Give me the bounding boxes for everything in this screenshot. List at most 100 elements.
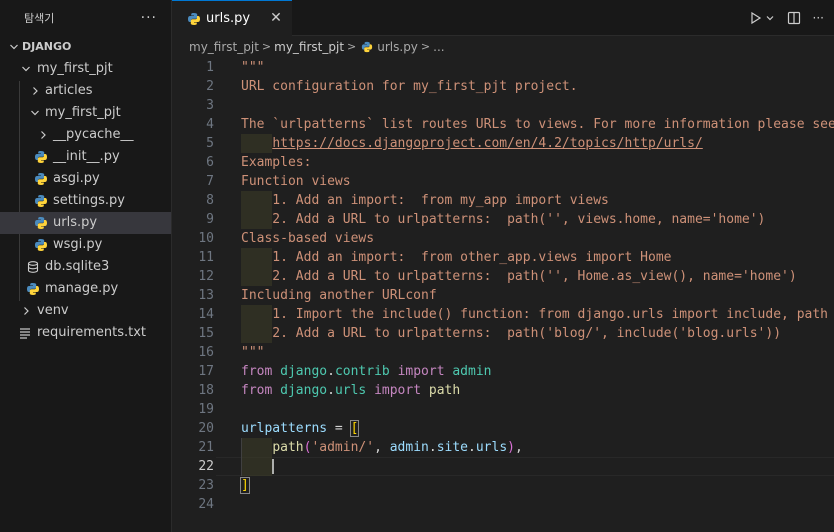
line-number: 8 <box>206 193 214 208</box>
code-line[interactable]: 16 """ <box>172 343 834 362</box>
code-line[interactable]: 24 <box>172 495 834 514</box>
line-number: 14 <box>198 307 214 322</box>
code-line[interactable]: 18 from django.urls import path <box>172 381 834 400</box>
tree-item[interactable]: DJANGO <box>0 36 171 58</box>
code-line[interactable]: 17 from django.contrib import admin <box>172 362 834 381</box>
line-number: 2 <box>206 79 214 94</box>
chevron-right-icon: > <box>261 40 272 53</box>
code-line[interactable]: 9 2. Add a URL to urlpatterns: path('', … <box>172 210 834 229</box>
run-icon[interactable] <box>749 11 763 25</box>
breadcrumb-item[interactable]: my_first_pjt <box>274 36 344 58</box>
code-text: Function views <box>241 174 351 189</box>
code-editor[interactable]: 1 """ 2 URL configuration for my_first_pjt … <box>172 58 834 532</box>
line-number: 10 <box>198 231 214 246</box>
line-number: 12 <box>198 269 214 284</box>
line-number: 7 <box>206 174 214 189</box>
code-line[interactable]: 20 urlpatterns = [ <box>172 419 834 438</box>
tree-item-label: articles <box>45 83 93 98</box>
code-line[interactable]: 14 1. Import the include() function: fro… <box>172 305 834 324</box>
tree-item[interactable]: my_first_pjt <box>0 58 171 80</box>
tree-item[interactable]: articles <box>0 80 171 102</box>
code-line[interactable]: 21 path('admin/', admin.site.urls), <box>172 438 834 457</box>
line-number: 19 <box>198 402 214 417</box>
tree-item[interactable]: manage.py <box>0 278 171 300</box>
python-file-icon <box>35 173 47 185</box>
tree-item[interactable]: asgi.py <box>0 168 171 190</box>
line-number: 18 <box>198 383 214 398</box>
text-file-icon <box>20 328 30 339</box>
text-cursor <box>272 459 274 474</box>
code-line[interactable]: 13 Including another URLconf <box>172 286 834 305</box>
python-file-icon <box>35 217 47 229</box>
python-file-icon <box>27 283 39 295</box>
code-line[interactable]: 5 https://docs.djangoproject.com/en/4.2/… <box>172 134 834 153</box>
file-tree: DJANGO my_first_pjt articles my_first_pjt __… <box>0 36 171 344</box>
line-number: 22 <box>198 459 214 474</box>
breadcrumb-item[interactable]: my_first_pjt <box>189 36 259 58</box>
code-text: """ <box>241 345 265 360</box>
code-text: Including another URLconf <box>241 288 437 303</box>
code-line[interactable]: 19 <box>172 400 834 419</box>
code-text: from django.contrib import admin <box>241 364 492 379</box>
line-number: 15 <box>198 326 214 341</box>
editor-actions: ··· <box>743 0 824 36</box>
breadcrumb-ellipsis[interactable]: ... <box>433 36 444 58</box>
chevron-down-icon[interactable] <box>765 13 775 23</box>
tree-item[interactable]: urls.py <box>0 212 171 234</box>
tab-label: urls.py <box>206 11 251 26</box>
python-file-icon <box>35 195 47 207</box>
database-file-icon <box>27 261 39 273</box>
line-number: 4 <box>206 117 214 132</box>
code-line[interactable]: 1 """ <box>172 58 834 77</box>
tree-item[interactable]: wsgi.py <box>0 234 171 256</box>
code-line[interactable]: 15 2. Add a URL to urlpatterns: path('bl… <box>172 324 834 343</box>
tree-item[interactable]: db.sqlite3 <box>0 256 171 278</box>
tree-item-label: wsgi.py <box>53 237 103 252</box>
tree-item[interactable]: __init__.py <box>0 146 171 168</box>
tree-item[interactable]: venv <box>0 300 171 322</box>
line-number: 1 <box>206 60 214 75</box>
tree-item-label: __pycache__ <box>53 127 134 142</box>
line-number: 5 <box>206 136 214 151</box>
python-file-icon <box>35 239 47 251</box>
tree-item-label: venv <box>37 303 69 318</box>
editor-area: urls.py ✕ ··· my_first_pjt > my_first_pj… <box>172 0 834 532</box>
code-line[interactable]: 23] <box>172 476 834 495</box>
split-editor-icon[interactable] <box>787 11 801 25</box>
tree-item-label: DJANGO <box>22 40 72 53</box>
code-line[interactable]: 2 URL configuration for my_first_pjt proj… <box>172 77 834 96</box>
line-number: 21 <box>198 440 214 455</box>
code-text: 2. Add a URL to urlpatterns: path('', vi… <box>241 212 766 227</box>
line-number: 9 <box>206 212 214 227</box>
code-line[interactable]: 10 Class-based views <box>172 229 834 248</box>
python-file-icon <box>35 151 47 163</box>
ellipsis-icon[interactable]: ··· <box>813 11 824 25</box>
tree-item-label: my_first_pjt <box>45 105 121 120</box>
code-text: https://docs.djangoproject.com/en/4.2/to… <box>272 136 703 151</box>
tree-item-label: asgi.py <box>53 171 100 186</box>
code-line[interactable]: 7 Function views <box>172 172 834 191</box>
code-line[interactable]: 4 The `urlpatterns` list routes URLs to v… <box>172 115 834 134</box>
code-text: Class-based views <box>241 231 375 246</box>
tree-item[interactable]: my_first_pjt <box>0 102 171 124</box>
tree-item[interactable]: __pycache__ <box>0 124 171 146</box>
code-line[interactable]: 11 1. Add an import: from other_app.view… <box>172 248 834 267</box>
code-text: The `urlpatterns` list routes URLs to vi… <box>241 117 834 132</box>
close-icon[interactable]: ✕ <box>268 10 284 26</box>
breadcrumb-item[interactable]: urls.py <box>377 36 418 58</box>
code-text: 1. Add an import: from my_app import vie… <box>241 193 609 208</box>
tree-item[interactable]: requirements.txt <box>0 322 171 344</box>
tree-item[interactable]: settings.py <box>0 190 171 212</box>
breadcrumb: my_first_pjt > my_first_pjt > urls.py > … <box>189 36 445 58</box>
code-line[interactable]: 22 <box>172 457 834 476</box>
tree-item-label: db.sqlite3 <box>45 259 110 274</box>
explorer-title: 탐색기 <box>24 12 55 25</box>
code-line[interactable]: 3 <box>172 96 834 115</box>
ellipsis-icon[interactable]: ··· <box>141 10 157 26</box>
code-line[interactable]: 6 Examples: <box>172 153 834 172</box>
tab-urls-py[interactable]: urls.py ✕ <box>172 0 292 36</box>
chevron-right-icon: > <box>347 40 357 53</box>
code-line[interactable]: 8 1. Add an import: from my_app import v… <box>172 191 834 210</box>
tree-item-label: my_first_pjt <box>37 61 113 76</box>
code-line[interactable]: 12 2. Add a URL to urlpatterns: path('',… <box>172 267 834 286</box>
